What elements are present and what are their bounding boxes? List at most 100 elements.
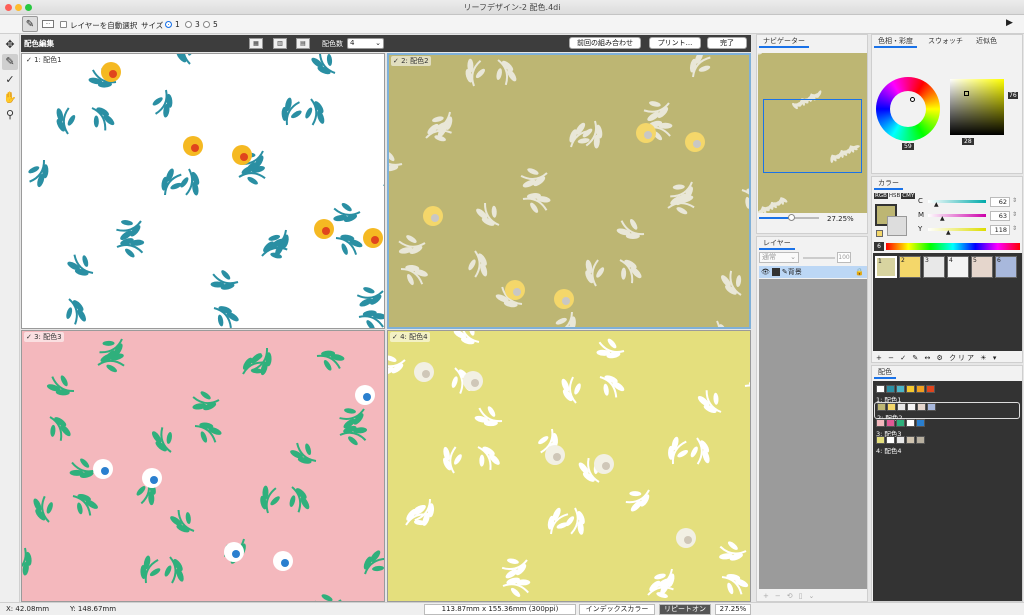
size-3-radio[interactable] — [185, 21, 192, 28]
check-tool-icon[interactable]: ✓ — [2, 72, 18, 88]
pattern-quadrant-4[interactable]: ✓ 4: 配色4 — [387, 330, 751, 602]
remove-icon[interactable]: − — [888, 354, 896, 362]
channel-thumb[interactable]: ▲ — [940, 215, 945, 222]
channel-stepper[interactable]: ⇕ — [1012, 225, 1017, 232]
sb-marker[interactable] — [964, 91, 969, 96]
size-3-label: 3 — [195, 20, 200, 29]
tab-swatches[interactable]: スウォッチ — [924, 36, 967, 48]
navigator-panel: ナビゲーター 27.25% — [756, 34, 868, 234]
palette-swatch-6[interactable]: 6 — [995, 256, 1017, 278]
pattern-quadrant-1[interactable]: ✓ 1: 配色1 — [21, 53, 385, 329]
channel-slider[interactable] — [928, 214, 986, 217]
print-button[interactable]: プリント... — [649, 37, 701, 49]
navigator-viewport[interactable] — [763, 99, 862, 173]
hue-marker[interactable] — [910, 97, 915, 102]
layer-tab[interactable]: レイヤー — [759, 238, 795, 250]
scheme-item-4[interactable]: 4: 配色4 — [874, 436, 1020, 455]
blend-mode-select[interactable]: 通常 ⌄ — [759, 252, 799, 263]
palette-swatch-5[interactable]: 5 — [971, 256, 993, 278]
mode-cmy[interactable]: CMY — [901, 193, 916, 199]
channel-thumb[interactable]: ▲ — [934, 201, 939, 208]
channel-value[interactable]: 118 — [990, 225, 1010, 235]
saturation-value: 76 — [1008, 92, 1018, 99]
scheme-item-3[interactable]: 3: 配色3 — [874, 419, 1020, 438]
palette-swatch-4[interactable]: 4 — [947, 256, 969, 278]
scheme-color-chip — [876, 385, 885, 393]
mode-rgb[interactable]: RGB — [874, 193, 888, 199]
color-count-select[interactable]: 4 ⌄ — [347, 38, 384, 49]
opacity-slider[interactable] — [803, 257, 835, 259]
columns-view-button[interactable]: ▥ — [273, 38, 287, 49]
opacity-value[interactable]: 100 — [837, 252, 851, 263]
done-button[interactable]: 完了 — [707, 37, 747, 49]
pen-icon[interactable]: ✎ — [912, 354, 920, 362]
channel-value[interactable]: 63 — [990, 211, 1010, 221]
quadrant-label[interactable]: ✓ 1: 配色1 — [24, 55, 64, 65]
hand-tool-icon[interactable]: ✋ — [2, 90, 18, 106]
expand-panel-arrow-icon[interactable]: ▶ — [1006, 18, 1013, 28]
layer-name: 背景 — [787, 268, 802, 276]
tab-hue-saturation[interactable]: 色相・彩度 — [874, 36, 917, 48]
move-tool-icon[interactable]: ✥ — [2, 37, 18, 53]
scheme-item-1[interactable]: 1: 配色1 — [874, 385, 1020, 404]
previous-combination-button[interactable]: 前回の組み合わせ — [569, 37, 641, 49]
hue-wheel[interactable] — [876, 77, 940, 141]
layer-row-background[interactable]: 👁 ✎背景 🔒 — [759, 266, 867, 278]
color-count-value: 4 — [350, 39, 355, 47]
quadrant-label[interactable]: ✓ 3: 配色3 — [24, 332, 64, 342]
tab-similar-colors[interactable]: 近似色 — [972, 36, 1001, 48]
quadrant-label[interactable]: ✓ 4: 配色4 — [390, 332, 430, 342]
small-color-swatch[interactable] — [876, 230, 883, 237]
palette-swatch-2[interactable]: 2 — [899, 256, 921, 278]
size-1-radio[interactable] — [165, 21, 172, 28]
scheme-color-chip — [926, 385, 935, 393]
channel-label: M — [918, 211, 925, 219]
rows-view-button[interactable]: ▤ — [296, 38, 310, 49]
tab-color-schemes[interactable]: 配色 — [874, 367, 896, 379]
tab-color[interactable]: カラー — [874, 178, 903, 190]
zoom-slider-thumb[interactable] — [788, 214, 795, 221]
color-edit-header: 配色編集 ▦ ▥ ▤ 配色数 4 ⌄ 前回の組み合わせ プリント... 完了 — [21, 35, 751, 52]
eyedropper-tool-icon[interactable]: ✎ — [22, 16, 38, 32]
channel-thumb[interactable]: ▲ — [946, 229, 951, 236]
channel-stepper[interactable]: ⇕ — [1012, 211, 1017, 218]
clear-label[interactable]: クリア — [949, 354, 976, 362]
palette-swatch-1[interactable]: 1 — [875, 256, 897, 278]
zoom-tool-icon[interactable]: ⚲ — [2, 107, 18, 123]
swap-icon[interactable]: ↔ — [924, 354, 932, 362]
navigator-tab[interactable]: ナビゲーター — [759, 36, 809, 48]
check-icon[interactable]: ✓ — [900, 354, 908, 362]
add-icon[interactable]: + — [876, 354, 884, 362]
size-5-radio[interactable] — [203, 21, 210, 28]
scheme-color-chip — [887, 403, 896, 411]
layer-list-empty — [759, 279, 867, 589]
grid-view-button[interactable]: ▦ — [249, 38, 263, 49]
eye-icon[interactable]: 👁 — [761, 268, 770, 276]
gear-icon[interactable]: ⚙ — [937, 354, 945, 362]
channel-stepper[interactable]: ⇕ — [1012, 197, 1017, 204]
dropdown-icon[interactable]: ▾ — [993, 354, 999, 362]
pattern-quadrant-2[interactable]: ✓ 2: 配色2 — [387, 53, 751, 329]
color-count-label: 配色数 — [322, 40, 343, 48]
scheme-color-chip — [906, 436, 915, 444]
repeat-on-button[interactable]: リピートオン — [659, 604, 711, 615]
saturation-brightness-box[interactable] — [950, 79, 1004, 135]
palette-swatch-3[interactable]: 3 — [923, 256, 945, 278]
channel-slider[interactable] — [928, 228, 986, 231]
channel-value[interactable]: 62 — [990, 197, 1010, 207]
mode-hsb[interactable]: HSB — [888, 193, 901, 199]
index-color-button[interactable]: インデックスカラー — [579, 604, 655, 615]
scheme-item-2[interactable]: 2: 配色2 — [874, 402, 1020, 422]
color-mode-tabs: RGB HSB CMY — [874, 193, 916, 199]
scheme-color-chip — [906, 419, 915, 427]
spectrum-bar[interactable] — [886, 243, 1020, 250]
lock-icon[interactable]: 🔒 — [855, 266, 864, 278]
scheme-color-chip — [876, 419, 885, 427]
quadrant-label[interactable]: ✓ 2: 配色2 — [391, 56, 431, 66]
cursor-x: X: 42.08mm — [6, 605, 50, 613]
eyedropper-tool-icon[interactable]: ✎ — [2, 54, 18, 70]
pattern-quadrant-3[interactable]: ✓ 3: 配色3 — [21, 330, 385, 602]
sun-icon[interactable]: ☀ — [980, 354, 988, 362]
ruler-icon[interactable]: ⋯ — [42, 20, 54, 28]
auto-select-checkbox[interactable] — [60, 21, 67, 28]
